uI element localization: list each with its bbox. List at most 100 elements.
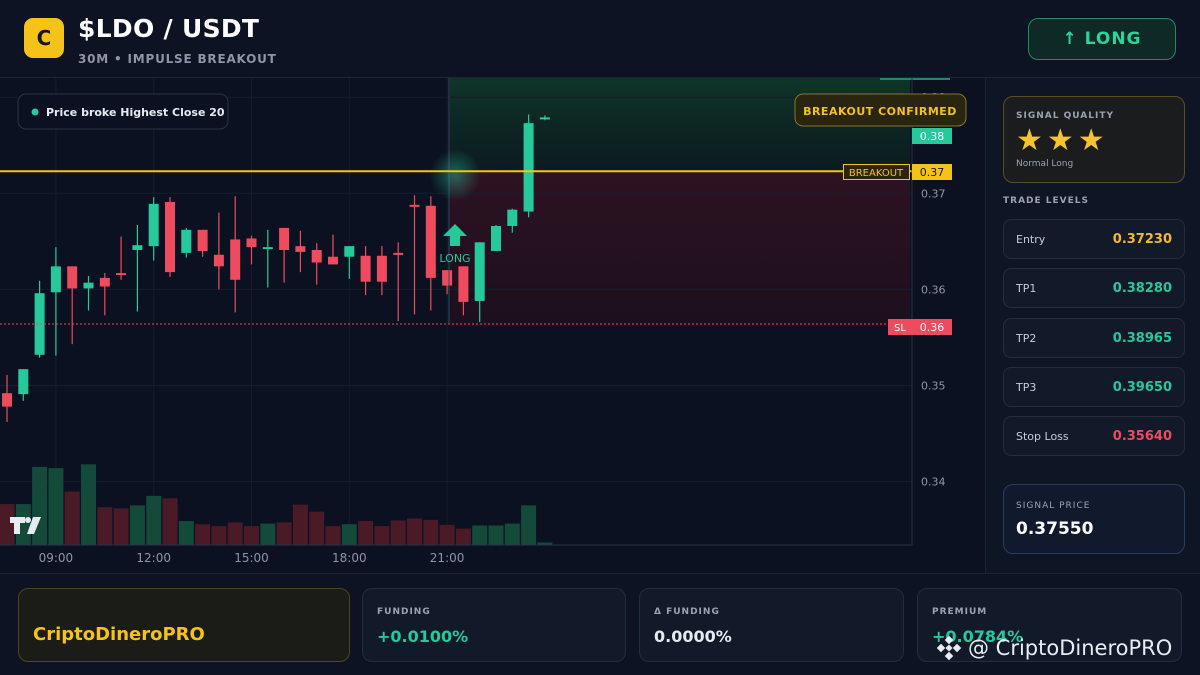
volume-bar <box>276 522 292 545</box>
trade-level-label: TP3 <box>1016 381 1037 394</box>
sl-tag: SL 0.36 <box>888 319 952 335</box>
footer: CriptoDineroPRO FUNDING +0.0100% Δ FUNDI… <box>0 573 1200 675</box>
candle-body <box>262 247 273 250</box>
volume-bar <box>129 505 145 545</box>
volume-bar <box>260 523 276 545</box>
candle-body <box>67 266 78 289</box>
volume-bar <box>178 521 194 545</box>
candle-body <box>230 239 241 280</box>
delta-funding-title: Δ FUNDING <box>654 607 720 617</box>
candle-body <box>213 254 224 267</box>
breakout-tag: BREAKOUT 0.37 <box>843 164 952 180</box>
breakout-badge-text: Price broke Highest Close 20 <box>46 106 225 119</box>
volume-bar <box>472 525 488 545</box>
zone-top-line <box>880 78 950 80</box>
volume-bar <box>227 522 243 545</box>
volume-bar <box>374 526 390 545</box>
long-signal-label: ↑ LONG <box>1062 29 1142 49</box>
pair-subtitle: 30M • IMPULSE BREAKOUT <box>78 52 277 66</box>
volume-bars <box>0 464 553 545</box>
candle-body <box>393 252 404 255</box>
candle-body <box>148 203 159 247</box>
trade-level-label: Stop Loss <box>1016 430 1069 443</box>
funding-title: FUNDING <box>377 607 431 617</box>
current-price-value: 0.38 <box>920 130 945 143</box>
trade-level-label: TP1 <box>1016 282 1037 295</box>
volume-bar <box>113 508 129 545</box>
volume-bar <box>64 491 80 545</box>
candle-body <box>442 270 453 286</box>
candle-body <box>458 266 469 302</box>
x-tick-label: 21:00 <box>430 551 465 565</box>
trade-level-row: TP3 0.39650 <box>1003 367 1185 407</box>
y-tick-label: 0.36 <box>921 283 946 296</box>
signal-price-card: SIGNAL PRICE 0.37550 <box>1003 484 1185 554</box>
volume-bar <box>390 520 406 545</box>
trade-level-value: 0.38280 <box>1112 281 1172 296</box>
signal-quality-title: SIGNAL QUALITY <box>1016 111 1114 121</box>
trade-level-label: Entry <box>1016 233 1046 246</box>
pair-title: $LDO / USDT <box>78 14 260 43</box>
trade-level-value: 0.39650 <box>1112 380 1172 395</box>
candle-body <box>279 227 290 251</box>
volume-bar <box>97 507 113 545</box>
trade-level-row: TP2 0.38965 <box>1003 318 1185 358</box>
funding-card: FUNDING +0.0100% <box>362 588 626 662</box>
candle-body <box>246 238 257 248</box>
premium-title: PREMIUM <box>932 607 988 617</box>
volume-bar <box>309 511 325 545</box>
long-marker-label: LONG <box>439 252 470 265</box>
breakout-badge: Price broke Highest Close 20 <box>17 93 229 130</box>
candle-body <box>50 266 61 293</box>
breakout-confirmed-badge: BREAKOUT CONFIRMED <box>794 93 967 127</box>
signal-quality-card: SIGNAL QUALITY ★★★ Normal Long <box>1003 96 1185 183</box>
candle-body <box>197 229 208 251</box>
volume-bar <box>358 521 374 545</box>
candle-body <box>328 256 338 265</box>
candle-body <box>311 250 322 263</box>
candle-body <box>539 117 550 120</box>
header: C $LDO / USDT 30M • IMPULSE BREAKOUT ↑ L… <box>0 0 1200 78</box>
x-tick-label: 12:00 <box>136 551 171 565</box>
volume-bar <box>162 498 178 545</box>
trade-levels-title: TRADE LEVELS <box>1003 196 1089 206</box>
brand-name: CriptoDineroPRO <box>33 624 205 645</box>
volume-bar <box>0 504 15 545</box>
volume-bar <box>341 524 357 545</box>
price-chart[interactable]: LONG 0.38 0.37 0.36 0.35 0.34 09:00 12:00 15:0… <box>0 78 985 573</box>
signal-quality-subtitle: Normal Long <box>1016 159 1074 169</box>
volume-bar <box>195 524 211 545</box>
candle-body <box>474 242 485 301</box>
volume-bar <box>244 526 259 545</box>
candle-body <box>295 246 306 252</box>
candle-body <box>99 277 110 287</box>
sl-tag-label: SL <box>894 323 906 334</box>
volume-bar <box>407 518 422 545</box>
candle-body <box>181 229 192 253</box>
candle-body <box>491 225 501 251</box>
volume-bar <box>439 524 455 545</box>
candle-body <box>507 209 518 226</box>
breakout-confirmed-text: BREAKOUT CONFIRMED <box>803 105 957 118</box>
volume-bar <box>211 526 227 545</box>
signal-price-value: 0.37550 <box>1016 519 1094 539</box>
trade-level-value: 0.37230 <box>1112 232 1172 247</box>
delta-funding-value: 0.0000% <box>654 627 732 646</box>
trade-level-value: 0.35640 <box>1112 429 1172 444</box>
y-tick-label: 0.35 <box>921 379 946 392</box>
volume-bar <box>455 528 471 545</box>
risk-zone <box>450 172 910 327</box>
volume-bar <box>423 519 439 545</box>
volume-bar <box>488 525 504 545</box>
candle-body <box>83 282 94 289</box>
volume-bar <box>504 523 520 545</box>
volume-bar <box>48 468 64 545</box>
candle-body <box>344 246 355 257</box>
long-signal-button[interactable]: ↑ LONG <box>1028 18 1176 60</box>
delta-funding-card: Δ FUNDING 0.0000% <box>639 588 904 662</box>
volume-bar <box>32 466 48 545</box>
candle-body <box>376 255 387 282</box>
signal-panel: SIGNAL QUALITY ★★★ Normal Long TRADE LEV… <box>985 78 1200 573</box>
candlestick-chart[interactable]: LONG 0.38 0.37 0.36 0.35 0.34 09:00 12:00 15:0… <box>0 78 985 573</box>
y-tick-label: 0.34 <box>921 476 946 489</box>
